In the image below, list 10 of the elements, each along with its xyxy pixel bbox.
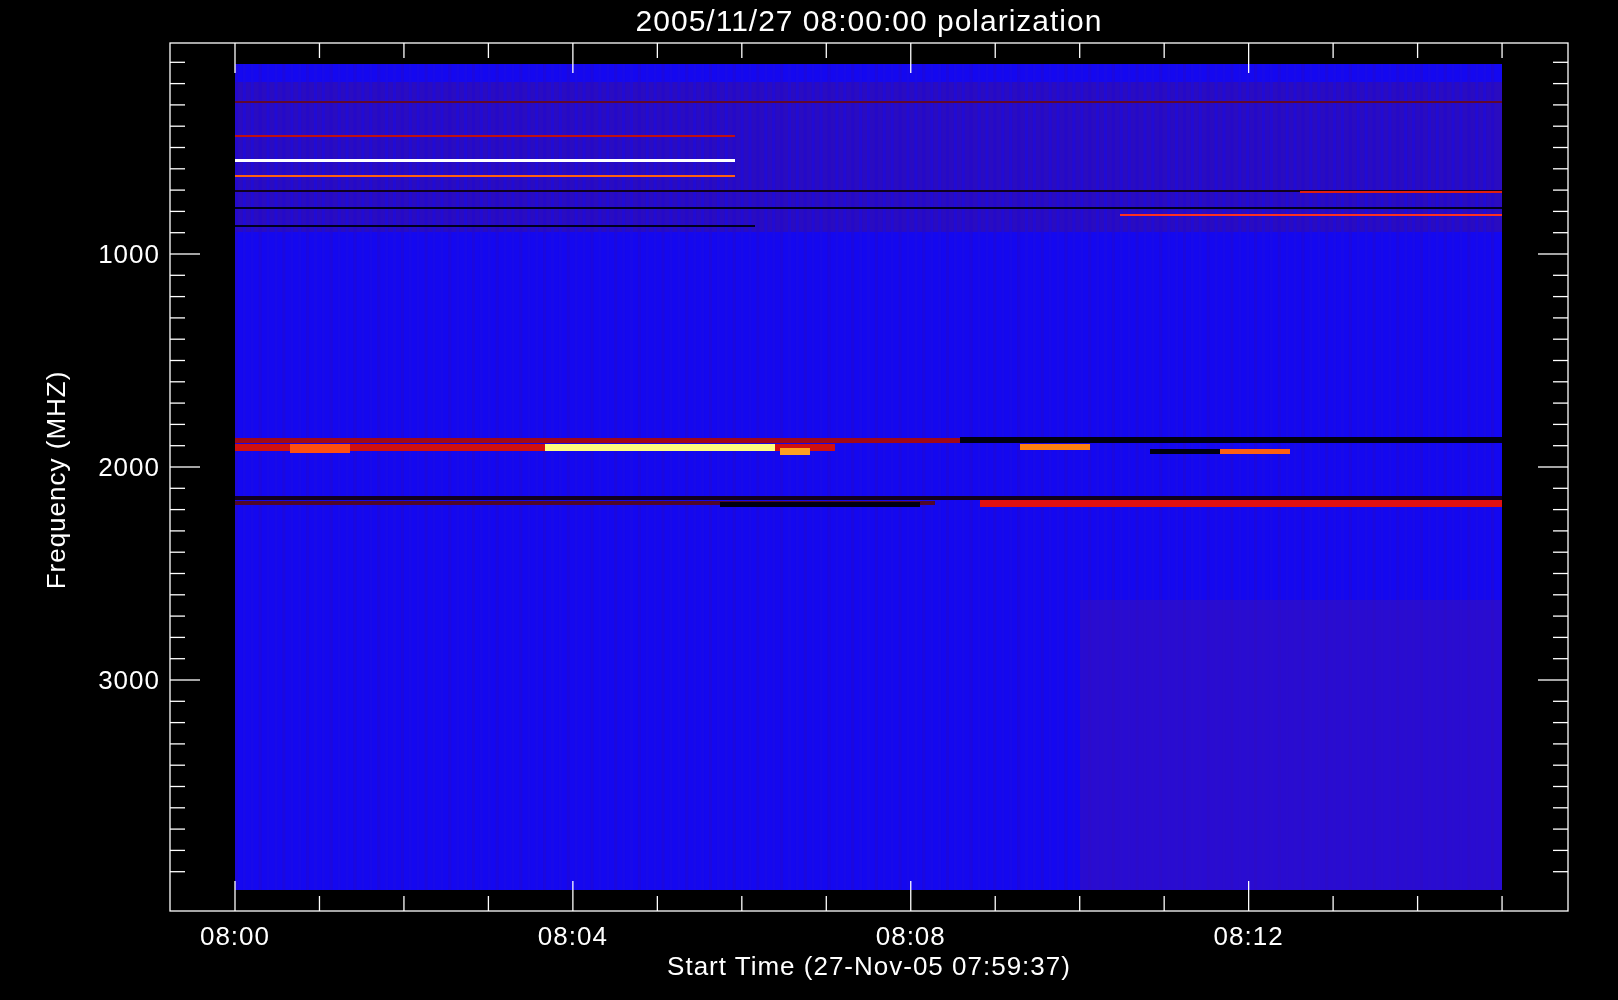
x-tick-label: 08:12 — [1213, 921, 1284, 951]
x-tick-label: 08:08 — [875, 921, 946, 951]
x-axis-label: Start Time (27-Nov-05 07:59:37) — [667, 951, 1071, 981]
y-tick-label: 3000 — [98, 665, 160, 695]
y-tick-label: 1000 — [98, 239, 160, 269]
x-tick-label: 08:00 — [199, 921, 271, 951]
y-axis-label: Frequency (MHZ) — [41, 370, 71, 590]
chart-title: 2005/11/27 08:00:00 polarization — [635, 4, 1103, 37]
x-tick-label: 08:04 — [537, 921, 608, 951]
y-tick-label: 2000 — [98, 452, 160, 482]
